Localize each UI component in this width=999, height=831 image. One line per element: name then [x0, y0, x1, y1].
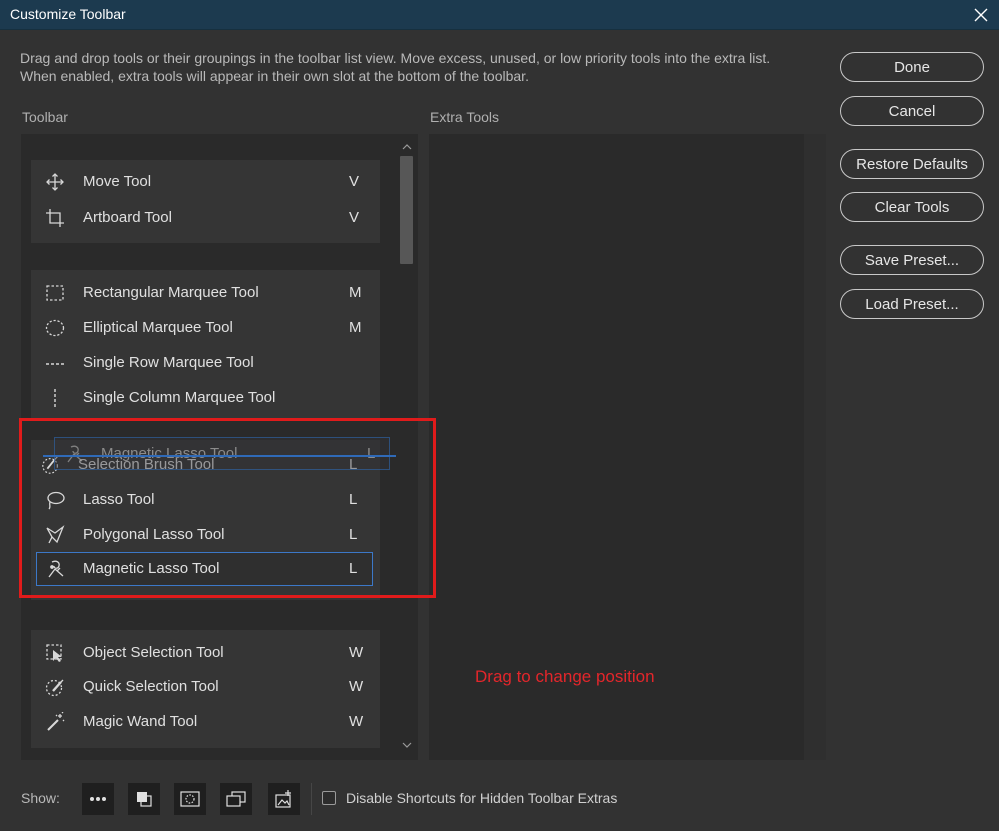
tool-shortcut: W	[349, 678, 364, 695]
restore-defaults-button[interactable]: Restore Defaults	[840, 149, 984, 179]
tool-row-magic-wand[interactable]: Magic Wand Tool W	[31, 706, 380, 738]
tool-name: Quick Selection Tool	[83, 678, 219, 695]
tool-group-move[interactable]: Move Tool V Artboard Tool V	[31, 160, 380, 243]
done-button[interactable]: Done	[840, 52, 984, 82]
title-bar: Customize Toolbar	[0, 0, 999, 30]
tool-group-marquee[interactable]: Rectangular Marquee Tool M Elliptical Ma…	[31, 270, 380, 420]
toolbar-label: Toolbar	[22, 109, 68, 125]
extra-tools-scroll-track	[804, 134, 826, 760]
tool-group-selection[interactable]: Object Selection Tool W Quick Selection …	[31, 630, 380, 748]
chevron-down-icon[interactable]	[402, 740, 412, 750]
tool-shortcut: W	[349, 644, 364, 661]
tool-row-single-column-marquee[interactable]: Single Column Marquee Tool	[31, 382, 380, 414]
tool-name: Object Selection Tool	[83, 644, 224, 661]
quick-mask-icon[interactable]	[174, 783, 206, 815]
clear-tools-button[interactable]: Clear Tools	[840, 192, 984, 222]
tool-name: Single Row Marquee Tool	[83, 354, 254, 371]
disable-shortcuts-checkbox[interactable]	[322, 791, 336, 805]
tool-name: Move Tool	[83, 173, 152, 190]
cancel-button[interactable]: Cancel	[840, 96, 984, 126]
tool-name: Artboard Tool	[83, 209, 172, 226]
scroll-thumb[interactable]	[400, 156, 413, 264]
magic-wand-icon	[45, 712, 65, 732]
single-row-marquee-icon	[45, 353, 65, 373]
description-text: Drag and drop tools or their groupings i…	[20, 50, 771, 84]
disable-shortcuts-label[interactable]: Disable Shortcuts for Hidden Toolbar Ext…	[346, 790, 617, 806]
tool-shortcut: M	[349, 284, 362, 301]
quick-selection-icon	[45, 677, 65, 697]
tool-name: Magic Wand Tool	[83, 713, 198, 730]
more-icon[interactable]	[82, 783, 114, 815]
load-preset-button[interactable]: Load Preset...	[840, 289, 984, 319]
tool-name: Rectangular Marquee Tool	[83, 284, 259, 301]
elliptical-marquee-icon	[45, 318, 65, 338]
move-icon	[45, 172, 65, 192]
annotation-text: Drag to change position	[475, 667, 655, 686]
tool-row-artboard[interactable]: Artboard Tool V	[31, 202, 380, 234]
save-preset-button[interactable]: Save Preset...	[840, 245, 984, 275]
tool-shortcut: V	[349, 173, 360, 190]
tool-row-single-row-marquee[interactable]: Single Row Marquee Tool	[31, 347, 380, 379]
tool-row-quick-selection[interactable]: Quick Selection Tool W	[31, 671, 380, 703]
tool-row-object-selection[interactable]: Object Selection Tool W	[31, 637, 380, 669]
tool-row-elliptical-marquee[interactable]: Elliptical Marquee Tool M	[31, 312, 380, 344]
edit-toolbar-icon[interactable]	[268, 783, 300, 815]
rectangular-marquee-icon	[45, 283, 65, 303]
tool-row-rectangular-marquee[interactable]: Rectangular Marquee Tool M	[31, 277, 380, 309]
single-column-marquee-icon	[45, 388, 65, 408]
artboard-icon	[45, 208, 65, 228]
tool-shortcut: M	[349, 319, 362, 336]
footer-separator	[311, 783, 312, 815]
screen-mode-icon[interactable]	[220, 783, 252, 815]
object-selection-icon	[45, 643, 65, 663]
close-icon[interactable]	[969, 3, 993, 27]
tool-shortcut: V	[349, 209, 360, 226]
annotation-highlight-box	[19, 418, 436, 598]
foreground-background-icon[interactable]	[128, 783, 160, 815]
tool-row-move[interactable]: Move Tool V	[31, 166, 380, 198]
show-label: Show:	[21, 790, 60, 806]
chevron-up-icon[interactable]	[402, 142, 412, 152]
window-title: Customize Toolbar	[10, 6, 126, 22]
tool-name: Elliptical Marquee Tool	[83, 319, 233, 336]
tool-shortcut: W	[349, 713, 364, 730]
extra-tools-label: Extra Tools	[430, 109, 499, 125]
tool-name: Single Column Marquee Tool	[83, 389, 276, 406]
